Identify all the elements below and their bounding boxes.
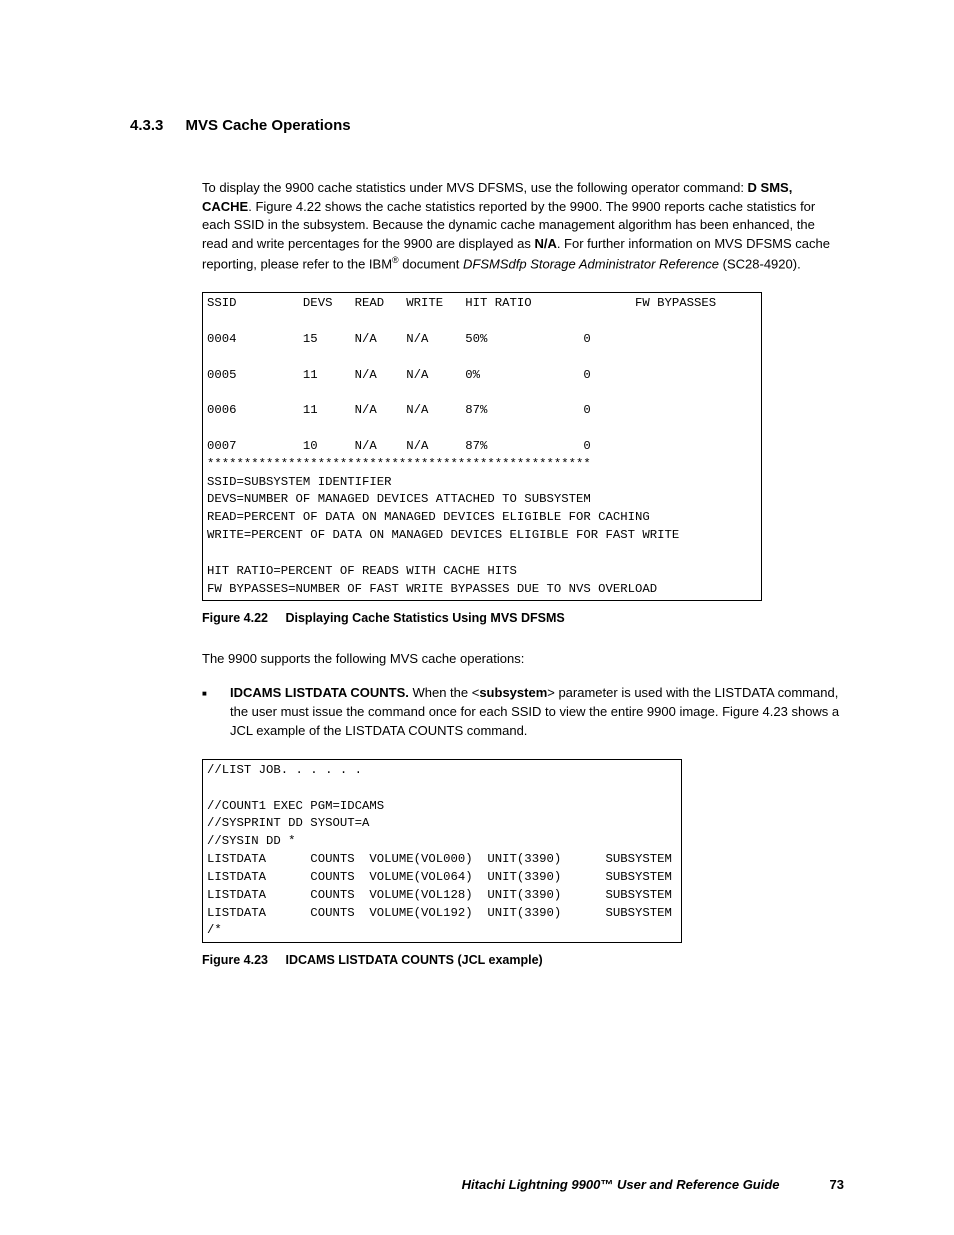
bullet-lead: IDCAMS LISTDATA COUNTS. bbox=[230, 685, 409, 700]
section-heading: 4.3.3 MVS Cache Operations bbox=[130, 115, 844, 137]
text: document bbox=[399, 256, 463, 271]
supported-ops-paragraph: The 9900 supports the following MVS cach… bbox=[202, 650, 844, 669]
bullet-item: ■ IDCAMS LISTDATA COUNTS. When the <subs… bbox=[202, 684, 844, 741]
body-content: To display the 9900 cache statistics und… bbox=[202, 179, 844, 970]
figure-number: Figure 4.23 bbox=[202, 953, 268, 967]
section-number: 4.3.3 bbox=[130, 115, 163, 137]
code-block-cache-stats: SSID DEVS READ WRITE HIT RATIO FW BYPASS… bbox=[202, 292, 762, 601]
bullet-icon: ■ bbox=[202, 684, 230, 741]
bullet-text: IDCAMS LISTDATA COUNTS. When the <subsys… bbox=[230, 684, 844, 741]
text: User and Reference Guide bbox=[613, 1177, 779, 1192]
doc-title: DFSMSdfp Storage Administrator Reference bbox=[463, 256, 719, 271]
figure-number: Figure 4.22 bbox=[202, 611, 268, 625]
figure-caption-1: Figure 4.22 Displaying Cache Statistics … bbox=[202, 609, 844, 627]
page: 4.3.3 MVS Cache Operations To display th… bbox=[0, 0, 954, 1235]
footer-doc-title: Hitachi Lightning 9900™ User and Referen… bbox=[462, 1176, 780, 1195]
registered-symbol: ® bbox=[392, 255, 399, 265]
section-title: MVS Cache Operations bbox=[186, 117, 351, 134]
page-number: 73 bbox=[830, 1176, 844, 1195]
text: When the < bbox=[409, 685, 479, 700]
figure-title: Displaying Cache Statistics Using MVS DF… bbox=[285, 611, 564, 625]
code-block-jcl: //LIST JOB. . . . . . //COUNT1 EXEC PGM=… bbox=[202, 759, 682, 943]
text: To display the 9900 cache statistics und… bbox=[202, 180, 748, 195]
figure-caption-2: Figure 4.23 IDCAMS LISTDATA COUNTS (JCL … bbox=[202, 951, 844, 969]
figure-title: IDCAMS LISTDATA COUNTS (JCL example) bbox=[285, 953, 542, 967]
subsystem-param: subsystem bbox=[479, 685, 547, 700]
tm-symbol: ™ bbox=[600, 1177, 613, 1192]
text: (SC28-4920). bbox=[719, 256, 801, 271]
page-footer: Hitachi Lightning 9900™ User and Referen… bbox=[130, 1176, 844, 1195]
intro-paragraph: To display the 9900 cache statistics und… bbox=[202, 179, 844, 275]
na-value: N/A bbox=[534, 236, 556, 251]
text: Hitachi Lightning 9900 bbox=[462, 1177, 601, 1192]
